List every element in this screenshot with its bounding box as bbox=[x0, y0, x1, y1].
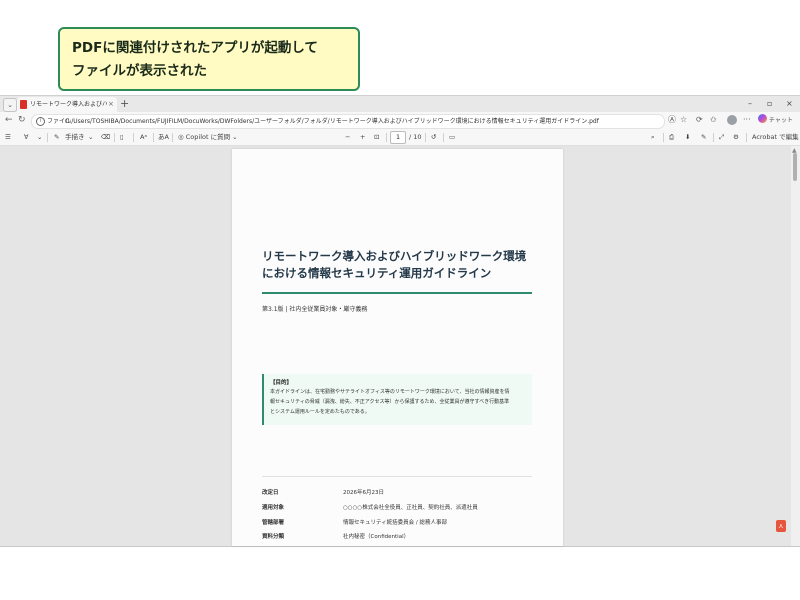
draw-icon[interactable]: ✎ bbox=[54, 131, 59, 143]
copilot-question-button[interactable]: ◎ Copilot に質問 ⌄ bbox=[178, 131, 238, 143]
pdf-file-icon bbox=[20, 100, 27, 109]
page-view-icon[interactable]: ▯ bbox=[120, 131, 124, 143]
draw-button[interactable]: 手描き bbox=[65, 131, 85, 143]
chat-label: チャット bbox=[768, 117, 793, 124]
favorites-icon[interactable]: ✩ bbox=[710, 114, 717, 126]
browser-window: ⌄ リモートワーク導入およびハイブリッドワーク環境における情報セキュリティ運用ガ… bbox=[0, 95, 800, 547]
meta-row-scope: 適用対象 ○○○○株式会社全役員、正社員、契約社員、派遣社員 bbox=[262, 503, 532, 513]
tab-pdf-document[interactable]: リモートワーク導入およびハイブリッドワーク環境における情報セキュリティ運用ガイド… bbox=[17, 97, 117, 112]
meta-row-revision-date: 改定日 2026年6月23日 bbox=[262, 488, 532, 498]
toolbar-divider bbox=[746, 133, 747, 142]
zoom-in-button[interactable]: + bbox=[360, 131, 365, 143]
url-text[interactable]: C:/Users/TOSHIBA/Documents/FUJIFILM/Docu… bbox=[65, 116, 660, 127]
contents-icon[interactable]: ☰ bbox=[5, 131, 11, 143]
pdf-page: リモートワーク導入およびハイブリッドワーク環境 における情報セキュリティ運用ガイ… bbox=[232, 149, 563, 546]
print-icon[interactable]: ⎙ bbox=[669, 131, 674, 143]
purpose-box: 【目的】 本ガイドラインは、在宅勤務やサテライトオフィス等のリモートワーク環境に… bbox=[262, 374, 532, 425]
meta-row-department: 管轄部署 情報セキュリティ統括委員会 / 総務人事部 bbox=[262, 518, 532, 528]
meta-key: 改定日 bbox=[262, 490, 279, 496]
toolbar-divider bbox=[713, 133, 714, 142]
chevron-down-icon[interactable]: ⌄ bbox=[37, 131, 42, 143]
toolbar-divider bbox=[114, 133, 115, 142]
search-icon[interactable]: ⌕ bbox=[651, 131, 655, 143]
tab-bar: ⌄ リモートワーク導入およびハイブリッドワーク環境における情報セキュリティ運用ガ… bbox=[0, 96, 800, 112]
site-info-icon[interactable]: i bbox=[36, 117, 45, 126]
meta-value: 社内秘密（Confidential） bbox=[343, 534, 410, 540]
copilot-icon bbox=[758, 114, 767, 123]
copilot-small-icon: ◎ bbox=[178, 133, 186, 141]
purpose-heading: 【目的】 bbox=[270, 380, 293, 386]
toolbar-divider bbox=[47, 133, 48, 142]
toolbar-divider bbox=[172, 133, 173, 142]
document-title: リモートワーク導入およびハイブリッドワーク環境 における情報セキュリティ運用ガイ… bbox=[262, 248, 552, 282]
purpose-line: とシステム運用ルールを定めたものである。 bbox=[270, 409, 370, 415]
close-window-button[interactable]: × bbox=[786, 97, 793, 111]
restore-button[interactable]: ▫ bbox=[767, 97, 772, 111]
eraser-icon[interactable]: ⌫ bbox=[101, 131, 110, 143]
adobe-acrobat-icon[interactable]: ⋏ bbox=[776, 520, 786, 532]
tab-close-icon[interactable]: × bbox=[108, 99, 114, 110]
address-bar[interactable]: i ファイル C:/Users/TOSHIBA/Documents/FUJIFI… bbox=[31, 114, 665, 129]
scroll-thumb[interactable] bbox=[793, 153, 797, 181]
copilot-chevron-icon: ⌄ bbox=[230, 133, 238, 141]
two-page-view-icon[interactable]: ▭ bbox=[449, 131, 455, 143]
callout-line-2: ファイルが表示された bbox=[72, 63, 207, 79]
sync-icon[interactable]: ⟳ bbox=[696, 114, 703, 126]
minimize-button[interactable]: – bbox=[748, 97, 752, 111]
tab-title: リモートワーク導入およびハイブリッドワーク環境における情報セキュリティ運用ガイド… bbox=[30, 101, 107, 108]
pdf-toolbar: ☰ ∀ ⌄ ✎ 手描き ⌄ ⌫ ▯ Aᵃ あA ◎ Copilot に質問 ⌄ … bbox=[0, 129, 800, 146]
save-as-icon[interactable]: ✎ bbox=[701, 131, 706, 143]
copilot-question-label: Copilot に質問 bbox=[185, 133, 231, 141]
fullscreen-icon[interactable]: ⤢ bbox=[719, 131, 724, 143]
favorite-star-icon[interactable]: ☆ bbox=[680, 114, 687, 126]
back-icon[interactable]: ← bbox=[5, 114, 13, 127]
toolbar-divider bbox=[386, 133, 387, 142]
translate-icon[interactable]: あA bbox=[158, 131, 169, 143]
title-line-2: における情報セキュリティ運用ガイドライン bbox=[262, 266, 492, 280]
scrollbar[interactable]: ▲ bbox=[791, 146, 800, 546]
document-subtitle: 第3.1版 | 社内全従業員対象・厳守義務 bbox=[262, 306, 368, 313]
meta-key: 管轄部署 bbox=[262, 520, 285, 526]
more-menu-icon[interactable]: ··· bbox=[743, 114, 751, 126]
address-bar-row: ← ↻ i ファイル C:/Users/TOSHIBA/Documents/FU… bbox=[0, 112, 800, 129]
annotation-callout: PDFに関連付けされたアプリが起動して ファイルが表示された bbox=[58, 27, 360, 91]
read-aloud-icon[interactable]: Ⓐ bbox=[668, 114, 676, 126]
meta-key: 適用対象 bbox=[262, 505, 285, 511]
draw-options-chevron-icon[interactable]: ⌄ bbox=[88, 131, 93, 143]
callout-line-1: PDFに関連付けされたアプリが起動して bbox=[72, 40, 318, 56]
toolbar-divider bbox=[425, 133, 426, 142]
toolbar-divider bbox=[133, 133, 134, 142]
tab-actions-icon[interactable]: ⌄ bbox=[3, 98, 17, 112]
page-number-input[interactable]: 1 bbox=[390, 131, 406, 144]
pdf-canvas[interactable]: リモートワーク導入およびハイブリッドワーク環境 における情報セキュリティ運用ガイ… bbox=[0, 146, 800, 546]
new-tab-button[interactable]: + bbox=[120, 97, 129, 111]
purpose-line: 報セキュリティの脅威（漏洩、紛失、不正アクセス等）から保護するため、全従業員が遵… bbox=[270, 399, 510, 405]
toolbar-divider bbox=[663, 133, 664, 142]
meta-divider bbox=[262, 476, 532, 477]
avatar[interactable] bbox=[727, 115, 737, 125]
settings-gear-icon[interactable]: ⚙ bbox=[733, 131, 739, 143]
title-underline bbox=[262, 292, 532, 294]
refresh-icon[interactable]: ↻ bbox=[18, 114, 26, 127]
total-pages: / 10 bbox=[409, 133, 422, 141]
meta-value: ○○○○株式会社全役員、正社員、契約社員、派遣社員 bbox=[343, 505, 478, 511]
meta-key: 資料分類 bbox=[262, 534, 285, 540]
save-icon[interactable]: ⬇ bbox=[685, 131, 690, 143]
toolbar-divider bbox=[443, 133, 444, 142]
purpose-line: 本ガイドラインは、在宅勤務やサテライトオフィス等のリモートワーク環境において、当… bbox=[270, 389, 510, 395]
acrobat-edit-button[interactable]: Acrobat で編集 bbox=[752, 131, 799, 143]
title-line-1: リモートワーク導入およびハイブリッドワーク環境 bbox=[262, 249, 527, 263]
copilot-chat-button[interactable]: チャット bbox=[758, 114, 793, 127]
zoom-out-button[interactable]: − bbox=[345, 131, 350, 143]
rotate-icon[interactable]: ↺ bbox=[431, 131, 436, 143]
text-size-icon[interactable]: Aᵃ bbox=[140, 131, 147, 143]
meta-value: 2026年6月23日 bbox=[343, 490, 384, 496]
toolbar-divider bbox=[153, 133, 154, 142]
fit-page-icon[interactable]: ⊡ bbox=[374, 131, 379, 143]
meta-value: 情報セキュリティ統括委員会 / 総務人事部 bbox=[343, 520, 448, 526]
highlight-icon[interactable]: ∀ bbox=[24, 131, 28, 143]
meta-row-classification: 資料分類 社内秘密（Confidential） bbox=[262, 532, 532, 542]
